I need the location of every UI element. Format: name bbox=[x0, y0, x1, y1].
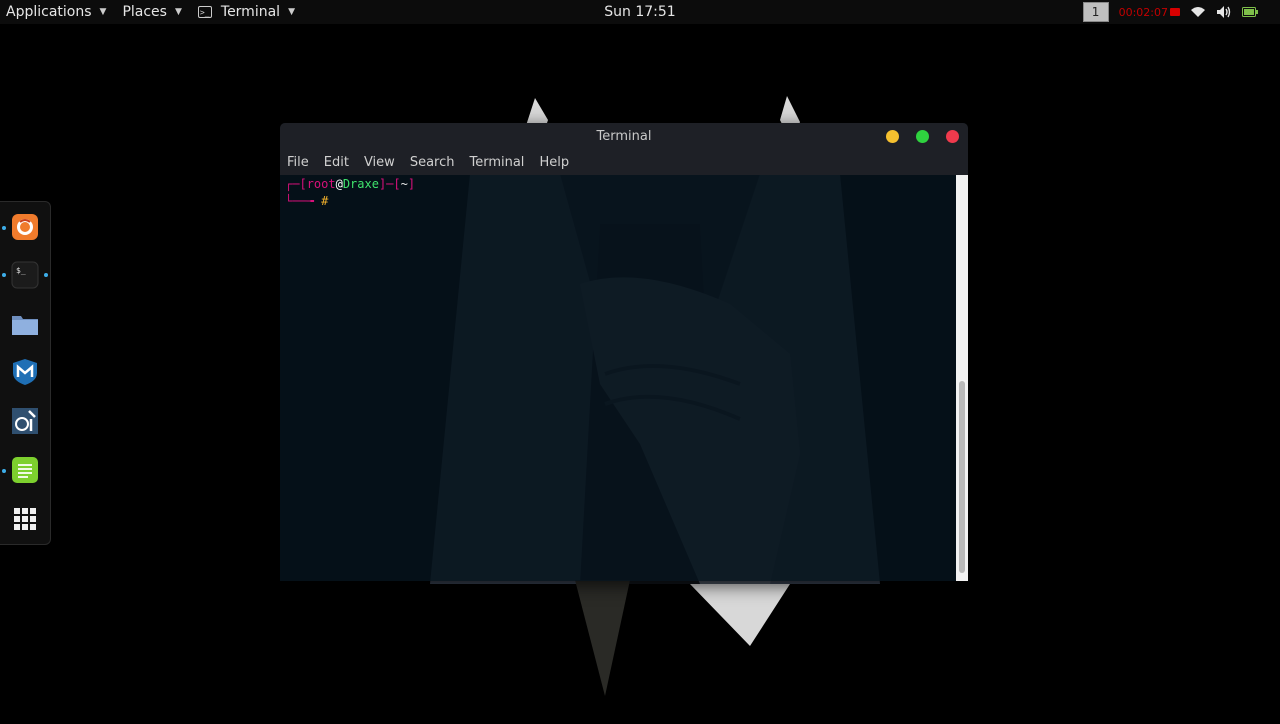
folder-icon bbox=[12, 316, 38, 335]
prompt-dir: ~ bbox=[400, 177, 408, 191]
firefox-launcher[interactable] bbox=[10, 212, 40, 242]
prompt-bracket: ] bbox=[407, 177, 416, 191]
prompt-bracket: ┌─[ bbox=[285, 177, 307, 191]
prompt-bracket: ]─[ bbox=[378, 177, 401, 191]
scrollbar-thumb[interactable] bbox=[959, 381, 965, 573]
window-titlebar[interactable]: Terminal bbox=[280, 123, 968, 150]
close-button[interactable] bbox=[946, 130, 959, 143]
terminal-output[interactable]: ┌─[root@Draxe]─[~] └──╼ # bbox=[280, 175, 956, 581]
svg-text:$_: $_ bbox=[16, 266, 26, 275]
terminal-icon: >_ bbox=[197, 6, 212, 18]
volume-icon[interactable] bbox=[1216, 5, 1232, 19]
files-launcher[interactable] bbox=[10, 309, 40, 339]
recorder-time: 00:02:07 bbox=[1118, 5, 1168, 19]
metasploit-icon bbox=[13, 359, 37, 385]
firefox-icon bbox=[12, 214, 38, 240]
menu-help[interactable]: Help bbox=[539, 155, 569, 170]
terminal-window[interactable]: Terminal File Edit View Search Terminal … bbox=[280, 123, 968, 581]
prompt-line: ┌─[root@Draxe]─[~] bbox=[285, 177, 415, 191]
focused-indicator bbox=[44, 273, 48, 277]
chevron-down-icon: ▼ bbox=[174, 7, 182, 17]
notes-launcher[interactable] bbox=[10, 455, 40, 485]
workspace-switcher[interactable]: 1 bbox=[1082, 2, 1109, 22]
prompt-corner: └──╼ bbox=[285, 194, 322, 208]
top-panel: Applications ▼ Places ▼ >_ Terminal ▼ Su… bbox=[0, 0, 1280, 24]
applications-menu[interactable]: Applications ▼ bbox=[0, 0, 112, 24]
clock[interactable]: Sun 17:51 bbox=[604, 4, 675, 20]
prompt-user: root bbox=[306, 177, 336, 191]
running-indicator bbox=[2, 469, 6, 473]
input-line: └──╼ # bbox=[285, 194, 328, 208]
places-label: Places bbox=[122, 4, 167, 20]
armitage-launcher[interactable] bbox=[10, 406, 40, 436]
running-indicator bbox=[2, 226, 6, 230]
prompt-host: Draxe bbox=[342, 177, 379, 191]
terminal-icon: $_ bbox=[11, 261, 39, 289]
armitage-icon bbox=[12, 408, 38, 434]
scrollbar[interactable] bbox=[956, 175, 968, 581]
minimize-button[interactable] bbox=[886, 130, 899, 143]
window-title: Terminal bbox=[596, 129, 652, 144]
running-indicator bbox=[2, 273, 6, 277]
show-applications-button[interactable] bbox=[10, 504, 40, 534]
terminal-app-menu[interactable]: >_ Terminal ▼ bbox=[192, 0, 301, 24]
notes-icon bbox=[12, 457, 38, 483]
prompt-symbol: # bbox=[321, 194, 329, 208]
terminal-launcher[interactable]: $_ bbox=[10, 260, 40, 290]
dock: $_ bbox=[0, 201, 51, 545]
app-grid-icon bbox=[14, 508, 36, 530]
menu-view[interactable]: View bbox=[364, 155, 395, 170]
terminal-app-label: Terminal bbox=[220, 4, 281, 20]
record-icon bbox=[1170, 8, 1180, 16]
menu-terminal[interactable]: Terminal bbox=[469, 155, 524, 170]
battery-icon[interactable] bbox=[1242, 7, 1258, 17]
chevron-down-icon: ▼ bbox=[288, 7, 295, 17]
system-tray: 1 00:02:07 bbox=[1082, 0, 1280, 24]
places-menu[interactable]: Places ▼ bbox=[116, 0, 187, 24]
chevron-down-icon: ▼ bbox=[99, 7, 107, 17]
maximize-button[interactable] bbox=[916, 130, 929, 143]
menu-edit[interactable]: Edit bbox=[324, 155, 349, 170]
menu-file[interactable]: File bbox=[287, 155, 309, 170]
metasploit-launcher[interactable] bbox=[10, 357, 40, 387]
applications-label: Applications bbox=[6, 4, 92, 20]
screen-recorder-indicator[interactable]: 00:02:07 bbox=[1119, 6, 1180, 19]
menu-search[interactable]: Search bbox=[410, 155, 455, 170]
wifi-icon[interactable] bbox=[1190, 6, 1206, 18]
window-menubar: File Edit View Search Terminal Help bbox=[280, 150, 968, 175]
prompt-at: @ bbox=[335, 177, 343, 191]
